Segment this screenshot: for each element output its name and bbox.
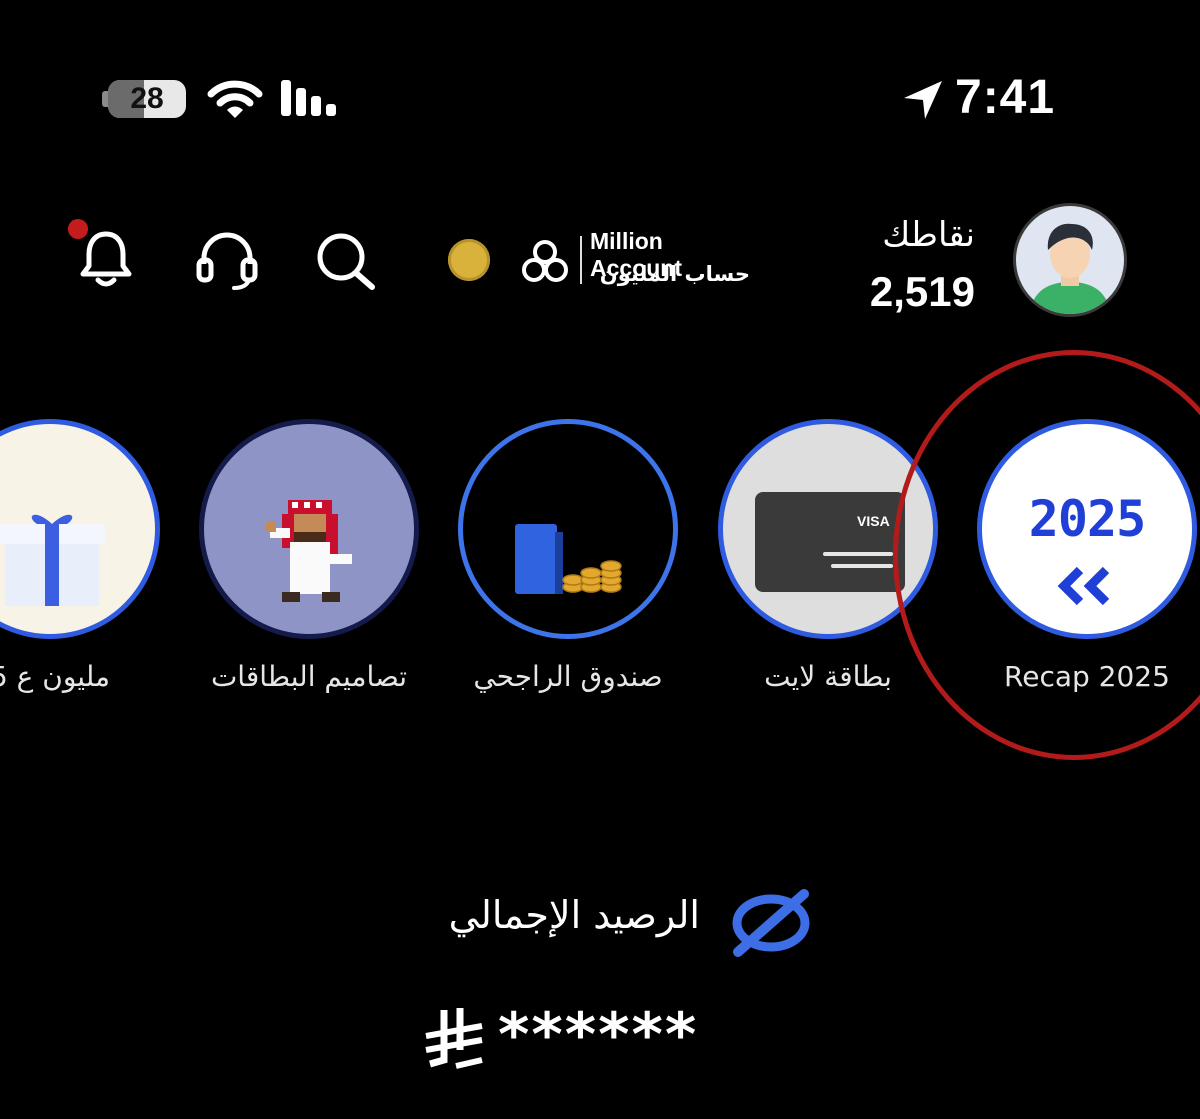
brand-name-ar: حساب المليون: [599, 262, 750, 286]
search-icon[interactable]: [315, 231, 377, 291]
story-label-card-lite: بطاقة لايت: [764, 660, 892, 693]
signal-icon: [281, 80, 336, 116]
eye-off-icon[interactable]: [728, 888, 814, 958]
story-alrajhi-fund[interactable]: [458, 419, 678, 639]
highlight-ring-annotation: [893, 350, 1200, 760]
coin-icon[interactable]: [448, 239, 490, 281]
story-label-designs: تصاميم البطاقات: [210, 660, 408, 693]
battery-percent: 28: [130, 82, 164, 115]
story-label-fund: صندوق الراجحي: [473, 660, 663, 693]
location-arrow-icon: [904, 81, 942, 119]
avatar-illustration: [1030, 223, 1110, 314]
total-balance-label: الرصيد الإجمالي: [448, 893, 700, 937]
wifi-icon: [207, 80, 263, 118]
gift-box-icon: [0, 514, 105, 606]
story-five-million[interactable]: [0, 419, 160, 639]
bell-icon[interactable]: [78, 228, 134, 290]
saudi-riyal-icon: [425, 1008, 483, 1069]
notification-dot: [68, 219, 88, 239]
status-time: 7:41: [955, 71, 1056, 124]
points-label: نقاطك: [882, 215, 975, 255]
card-brand-visa: VISA: [857, 513, 890, 529]
pixel-character-icon: [266, 500, 352, 602]
user-avatar[interactable]: [1013, 203, 1127, 317]
story-card-designs[interactable]: [199, 419, 419, 639]
balance-masked-value: ******: [498, 1000, 699, 1070]
headset-icon[interactable]: [196, 230, 258, 290]
fund-coins-icon: [515, 524, 622, 594]
points-value[interactable]: 2,519: [820, 268, 975, 316]
al-rajhi-logo-icon: [522, 240, 568, 282]
brand-divider: [580, 236, 582, 284]
story-label-five-million: 5 مليون ع: [0, 660, 111, 693]
battery-indicator: 28: [108, 80, 186, 118]
